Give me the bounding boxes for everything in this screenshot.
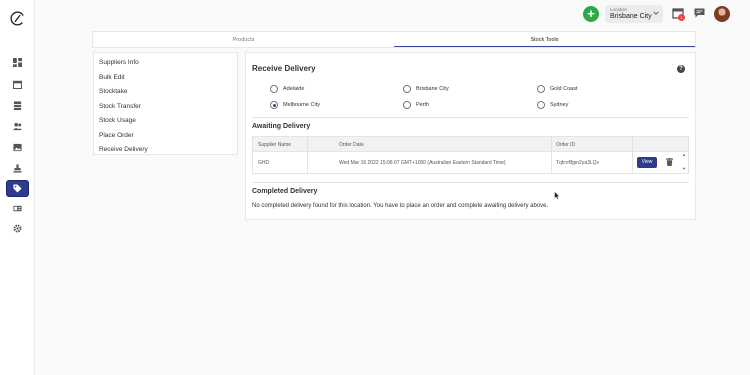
nav-users[interactable] [6, 118, 29, 135]
image-icon [13, 143, 22, 152]
radio-circle-selected[interactable] [270, 101, 278, 109]
cell-supplier: GHD [258, 160, 270, 166]
column-header-order-date: Order Date [339, 142, 364, 148]
radio-circle[interactable] [403, 85, 411, 93]
radio-label: Sydney [550, 102, 569, 108]
scroll-up-arrow[interactable]: ▲ [682, 152, 686, 157]
location-label: Location [610, 7, 628, 12]
divider [252, 182, 689, 183]
tab-stock-tools[interactable]: Stock Tools [394, 32, 695, 47]
nav-stamp[interactable] [6, 160, 29, 177]
menu-item-stock-usage[interactable]: Stock Usage [94, 114, 237, 129]
location-select[interactable]: Location Brisbane City [605, 5, 663, 23]
users-icon [13, 122, 22, 131]
column-divider [632, 137, 633, 151]
radio-label: Brisbane City [416, 86, 449, 92]
radio-label: Perth [416, 102, 430, 108]
table-row: GHD Wed Mar 16 2022 15:06:07 GMT+1000 (A… [252, 152, 689, 174]
radio-perth[interactable]: Perth [403, 101, 429, 109]
radio-sydney[interactable]: Sydney [537, 101, 568, 109]
cell-order-id: TqfcrrBjpn2ya3LQv [556, 160, 600, 166]
menu-item-stock-transfer[interactable]: Stock Transfer [94, 100, 237, 115]
add-button[interactable]: + [583, 6, 599, 22]
calendar-icon [13, 80, 22, 89]
app-logo-icon[interactable] [9, 10, 26, 27]
radio-melbourne-city[interactable]: Melbourne City [270, 101, 320, 109]
column-header-supplier: Supplier Name [258, 142, 292, 148]
radio-circle[interactable] [403, 101, 411, 109]
cell-order-date: Wed Mar 16 2022 15:06:07 GMT+1000 (Austr… [339, 160, 506, 166]
mouse-cursor-icon [554, 191, 560, 200]
column-header-order-id: Order ID [556, 142, 576, 148]
nav-dashboard[interactable] [6, 54, 29, 71]
notification-badge: 1 [678, 14, 685, 21]
tab-products[interactable]: Products [93, 32, 394, 47]
help-icon[interactable]: ? [677, 65, 685, 73]
dashboard-icon [13, 58, 22, 67]
completed-delivery-heading: Completed Delivery [252, 188, 318, 195]
column-divider [307, 137, 308, 151]
nav-id-card[interactable] [6, 200, 29, 217]
empty-state-message: No completed delivery found for this loc… [252, 203, 549, 209]
column-divider [307, 152, 308, 173]
gear-icon [13, 224, 22, 233]
nav-calendar[interactable] [6, 76, 29, 93]
menu-item-bulk-edit[interactable]: Bulk Edit [94, 71, 237, 86]
radio-circle[interactable] [537, 101, 545, 109]
radio-label: Adelaide [283, 86, 305, 92]
stock-tools-menu: Suppliers Info Bulk Edit Stocktake Stock… [93, 52, 238, 155]
user-avatar[interactable] [714, 6, 730, 22]
archive-icon [13, 101, 22, 110]
radio-circle[interactable] [270, 85, 278, 93]
chat-icon[interactable] [694, 8, 705, 18]
radio-label: Melbourne City [283, 102, 320, 108]
menu-item-place-order[interactable]: Place Order [94, 129, 237, 144]
divider [252, 117, 689, 118]
radio-adelaide[interactable]: Adelaide [270, 85, 304, 93]
menu-item-suppliers-info[interactable]: Suppliers Info [94, 56, 237, 71]
chevron-down-icon [653, 11, 659, 15]
column-divider [551, 152, 552, 173]
receive-delivery-panel: Receive Delivery ? Adelaide Brisbane Cit… [245, 52, 696, 220]
radio-brisbane-city[interactable]: Brisbane City [403, 85, 449, 93]
column-divider [632, 152, 633, 173]
location-value: Brisbane City [610, 13, 652, 20]
radio-circle[interactable] [537, 85, 545, 93]
nav-archive[interactable] [6, 97, 29, 114]
radio-gold-coast[interactable]: Gold Coast [537, 85, 578, 93]
stamp-icon [13, 164, 22, 173]
menu-item-receive-delivery[interactable]: Receive Delivery [94, 143, 237, 158]
nav-stock-tools[interactable] [6, 180, 29, 197]
awaiting-delivery-heading: Awaiting Delivery [252, 123, 311, 130]
scroll-down-arrow[interactable]: ▼ [682, 166, 686, 171]
table-header: Supplier Name Order Date Order ID [252, 136, 689, 152]
trash-icon[interactable] [666, 158, 673, 166]
radio-label: Gold Coast [550, 86, 578, 92]
menu-item-stocktake[interactable]: Stocktake [94, 85, 237, 100]
view-button[interactable]: View [637, 157, 657, 168]
tab-bar: Products Stock Tools [92, 31, 696, 48]
sidebar-rail [0, 0, 35, 375]
tag-icon [13, 184, 22, 193]
page-title: Receive Delivery [252, 64, 316, 73]
column-divider [551, 137, 552, 151]
nav-settings[interactable] [6, 220, 29, 237]
id-card-icon [13, 205, 22, 212]
nav-images[interactable] [6, 139, 29, 156]
